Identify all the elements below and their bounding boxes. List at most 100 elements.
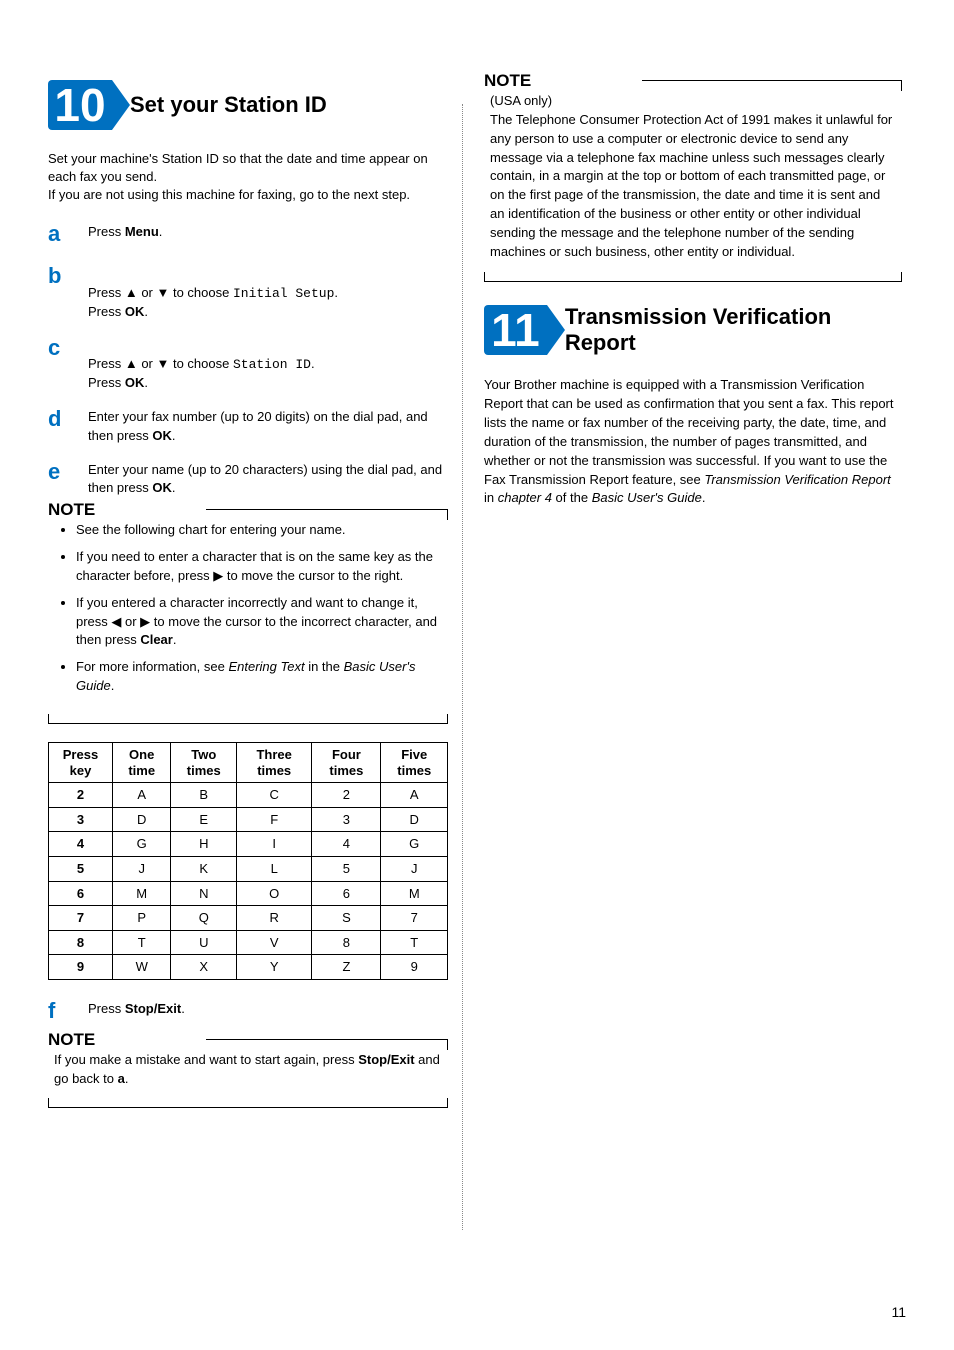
- table-cell: 8: [49, 930, 113, 955]
- substep-a: a Press Menu.: [48, 219, 448, 250]
- th-four: Four times: [312, 742, 381, 782]
- text: Press: [88, 1001, 125, 1016]
- text: .: [144, 375, 148, 390]
- ok-label: OK: [125, 375, 145, 390]
- step-letter-a: a: [48, 219, 66, 250]
- note1-li3: If you entered a character incorrectly a…: [76, 594, 442, 651]
- table-cell: V: [237, 930, 312, 955]
- text: .: [111, 678, 115, 693]
- step-letter-d: d: [48, 404, 66, 444]
- step-letter-f: f: [48, 996, 66, 1027]
- note-heading: NOTE: [48, 500, 103, 520]
- text: .: [172, 480, 176, 495]
- step-number-11: 11: [484, 305, 547, 355]
- table-cell: T: [381, 930, 448, 955]
- table-cell: D: [112, 807, 171, 832]
- table-cell: 4: [49, 832, 113, 857]
- table-cell: A: [381, 783, 448, 808]
- table-cell: R: [237, 906, 312, 931]
- substeps: a Press Menu. b Press ▲ or ▼ to choose I…: [48, 219, 448, 498]
- text: .: [702, 490, 706, 505]
- table-cell: P: [112, 906, 171, 931]
- step-number-10: 10: [48, 80, 112, 130]
- table-cell: D: [381, 807, 448, 832]
- table-cell: G: [112, 832, 171, 857]
- text: Your Brother machine is equipped with a …: [484, 377, 894, 486]
- table-cell: I: [237, 832, 312, 857]
- note1-li4: For more information, see Entering Text …: [76, 658, 442, 696]
- table-cell: X: [171, 955, 237, 980]
- mono-text: Initial Setup: [233, 286, 334, 301]
- stop-exit-label: Stop/Exit: [125, 1001, 181, 1016]
- table-cell: N: [171, 881, 237, 906]
- table-cell: 9: [381, 955, 448, 980]
- table-row: 2ABC2A: [49, 783, 448, 808]
- text: .: [173, 632, 177, 647]
- ok-label: OK: [152, 480, 172, 495]
- table-cell: 3: [49, 807, 113, 832]
- text: .: [144, 304, 148, 319]
- ok-label: OK: [152, 428, 172, 443]
- th-one: One time: [112, 742, 171, 782]
- step-number-label: 11: [491, 303, 540, 357]
- step-title-10: Set your Station ID: [130, 92, 327, 118]
- text: .: [181, 1001, 185, 1016]
- table-cell: E: [171, 807, 237, 832]
- page-number: 11: [891, 1304, 906, 1320]
- substep-a-body: Press Menu.: [88, 219, 448, 250]
- right-column: NOTE (USA only) The Telephone Consumer P…: [484, 80, 902, 1126]
- table-cell: M: [381, 881, 448, 906]
- step-header-10: 10 Set your Station ID: [48, 80, 448, 130]
- table-cell: 7: [49, 906, 113, 931]
- note2-body: If you make a mistake and want to start …: [48, 1049, 448, 1099]
- note-heading: NOTE: [48, 1030, 103, 1050]
- table-cell: 2: [49, 783, 113, 808]
- italic-text: chapter 4: [498, 490, 552, 505]
- table-row: 8TUV8T: [49, 930, 448, 955]
- note-heading: NOTE: [484, 71, 539, 91]
- substep-e: e Enter your name (up to 20 characters) …: [48, 457, 448, 497]
- note1-li2: If you need to enter a character that is…: [76, 548, 442, 586]
- table-cell: G: [381, 832, 448, 857]
- table-cell: A: [112, 783, 171, 808]
- table-cell: K: [171, 856, 237, 881]
- note-legal-body: (USA only) The Telephone Consumer Protec…: [484, 90, 902, 272]
- table-cell: Y: [237, 955, 312, 980]
- table-cell: Q: [171, 906, 237, 931]
- table-cell: 4: [312, 832, 381, 857]
- text: Enter your fax number (up to 20 digits) …: [88, 409, 428, 442]
- column-divider: [462, 104, 463, 1230]
- table-cell: M: [112, 881, 171, 906]
- table-cell: 5: [49, 856, 113, 881]
- italic-text: Basic User's Guide: [592, 490, 702, 505]
- table-cell: 9: [49, 955, 113, 980]
- table-cell: 5: [312, 856, 381, 881]
- table-cell: 8: [312, 930, 381, 955]
- note-sub: (USA only): [490, 92, 896, 111]
- table-cell: Z: [312, 955, 381, 980]
- table-row: 4GHI4G: [49, 832, 448, 857]
- table-cell: 3: [312, 807, 381, 832]
- table-row: 5JKL5J: [49, 856, 448, 881]
- table-cell: C: [237, 783, 312, 808]
- table-cell: S: [312, 906, 381, 931]
- italic-text: Entering Text: [228, 659, 304, 674]
- table-row: 3DEF3D: [49, 807, 448, 832]
- table-cell: B: [171, 783, 237, 808]
- table-cell: H: [171, 832, 237, 857]
- text: Press ▲ or ▼ to choose: [88, 356, 233, 371]
- note-box-2: NOTE If you make a mistake and want to s…: [48, 1039, 448, 1109]
- text: .: [172, 428, 176, 443]
- ok-label: OK: [125, 304, 145, 319]
- table-cell: W: [112, 955, 171, 980]
- step-title-11: Transmission Verification Report: [565, 304, 902, 357]
- substep-d-body: Enter your fax number (up to 20 digits) …: [88, 404, 448, 444]
- table-cell: 7: [381, 906, 448, 931]
- menu-label: Menu: [125, 224, 159, 239]
- th-two: Two times: [171, 742, 237, 782]
- text: For more information, see: [76, 659, 228, 674]
- note1-li1: See the following chart for entering you…: [76, 521, 442, 540]
- step-header-11: 11 Transmission Verification Report: [484, 304, 902, 357]
- substep-c: c Press ▲ or ▼ to choose Station ID. Pre…: [48, 333, 448, 393]
- step-letter-b: b: [48, 261, 66, 321]
